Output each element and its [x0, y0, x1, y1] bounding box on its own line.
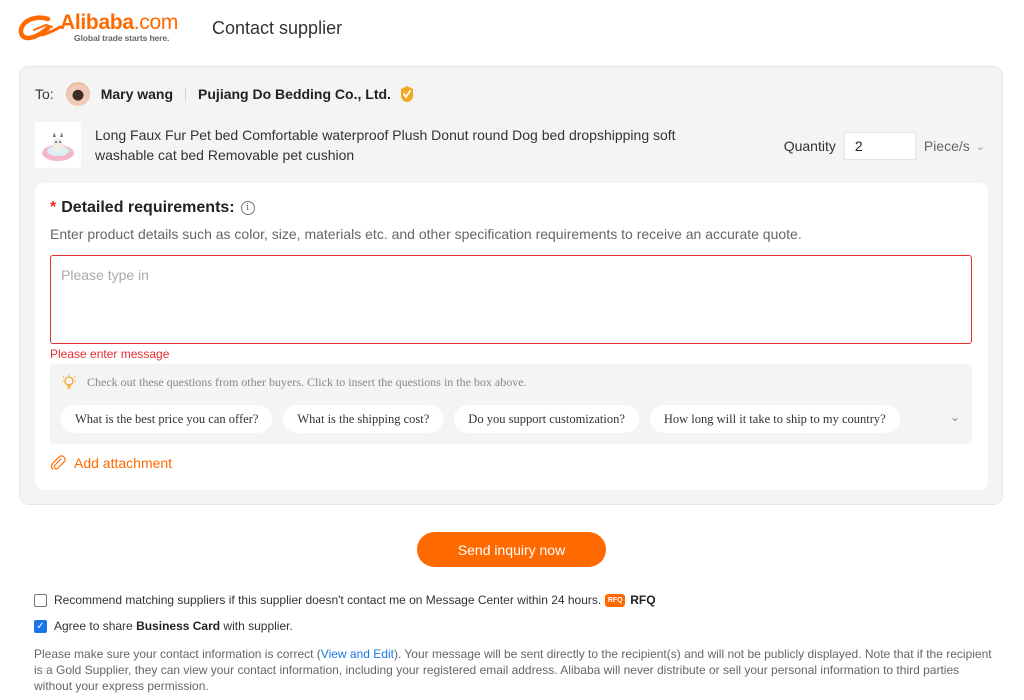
unit-value: Piece/s: [923, 138, 970, 154]
required-mark: *: [50, 199, 57, 216]
suggestion-chip[interactable]: Do you support customization?: [454, 405, 639, 433]
product-row: Long Faux Fur Pet bed Comfortable waterp…: [35, 122, 985, 168]
recipient-row: To: Mary wang Pujiang Do Bedding Co., Lt…: [35, 82, 415, 106]
rfq-icon: RFQ: [605, 593, 626, 607]
unit-select[interactable]: Piece/s ⌄: [924, 138, 985, 154]
product-thumbnail[interactable]: [35, 122, 81, 168]
alibaba-swoosh-icon: [18, 15, 62, 41]
options: Recommend matching suppliers if this sup…: [34, 592, 656, 644]
product-title[interactable]: Long Faux Fur Pet bed Comfortable waterp…: [95, 125, 695, 165]
suggest-hint-text: Check out these questions from other buy…: [87, 374, 527, 389]
suggestion-chip[interactable]: What is the shipping cost?: [283, 405, 444, 433]
divider: [185, 87, 187, 101]
quantity-label: Quantity: [783, 138, 836, 154]
recommend-checkbox[interactable]: [34, 593, 47, 607]
logo-dotcom: .com: [133, 11, 179, 34]
recommend-text: Recommend matching suppliers if this sup…: [54, 593, 602, 607]
to-label: To:: [35, 86, 54, 102]
error-message: Please enter message: [50, 347, 170, 361]
attachment-label: Add attachment: [74, 455, 173, 471]
alibaba-logo[interactable]: Alibaba.com Global trade starts here.: [18, 11, 202, 45]
header: Alibaba.com Global trade starts here. Co…: [18, 10, 342, 46]
page-title: Contact supplier: [212, 17, 343, 38]
expand-chevron-icon[interactable]: ⌄: [950, 410, 960, 424]
suggested-questions: Check out these questions from other buy…: [50, 364, 972, 444]
requirements-label: Detailed requirements:: [61, 199, 235, 216]
business-card-label: Business Card: [136, 619, 221, 633]
privacy-notice: Please make sure your contact informatio…: [34, 646, 994, 694]
view-and-edit-link[interactable]: View and Edit: [321, 647, 394, 661]
quantity-input[interactable]: [843, 132, 916, 160]
logo-word: Alibaba: [60, 11, 134, 34]
logo-tagline: Global trade starts here.: [74, 33, 170, 43]
suggestion-chips: What is the best price you can offer? Wh…: [61, 405, 900, 433]
requirements-description: Enter product details such as color, siz…: [50, 226, 802, 242]
requirements-card: * Detailed requirements: i Enter product…: [35, 183, 988, 490]
company-name[interactable]: Pujiang Do Bedding Co., Ltd.: [198, 86, 391, 102]
info-icon[interactable]: i: [240, 201, 255, 215]
share-card-prefix: Agree to share: [54, 619, 137, 633]
share-card-option: ✓ Agree to share Business Card with supp…: [34, 618, 656, 634]
chevron-down-icon: ⌄: [975, 140, 985, 153]
contact-avatar: [65, 82, 90, 106]
requirements-title: * Detailed requirements: i: [50, 199, 255, 217]
pet-bed-image: [42, 132, 74, 161]
suggestion-chip[interactable]: What is the best price you can offer?: [61, 405, 273, 433]
rfq-label: RFQ: [630, 593, 656, 607]
lightbulb-icon: [62, 374, 76, 389]
contact-name[interactable]: Mary wang: [101, 86, 173, 102]
notice-text-before: Please make sure your contact informatio…: [34, 647, 321, 661]
inquiry-panel: To: Mary wang Pujiang Do Bedding Co., Lt…: [19, 66, 1003, 505]
gold-supplier-icon: [400, 86, 413, 102]
quantity-area: Quantity Piece/s ⌄: [784, 132, 985, 160]
paperclip-icon: [50, 455, 66, 470]
message-textarea[interactable]: [50, 255, 972, 344]
share-card-checkbox[interactable]: ✓: [34, 619, 47, 633]
recommend-option: Recommend matching suppliers if this sup…: [34, 592, 656, 608]
send-inquiry-button[interactable]: Send inquiry now: [417, 532, 606, 567]
suggest-hint: Check out these questions from other buy…: [62, 374, 527, 390]
suggestion-chip[interactable]: How long will it take to ship to my coun…: [649, 405, 900, 433]
add-attachment-link[interactable]: Add attachment: [50, 455, 172, 471]
share-card-suffix: with supplier.: [220, 619, 293, 633]
